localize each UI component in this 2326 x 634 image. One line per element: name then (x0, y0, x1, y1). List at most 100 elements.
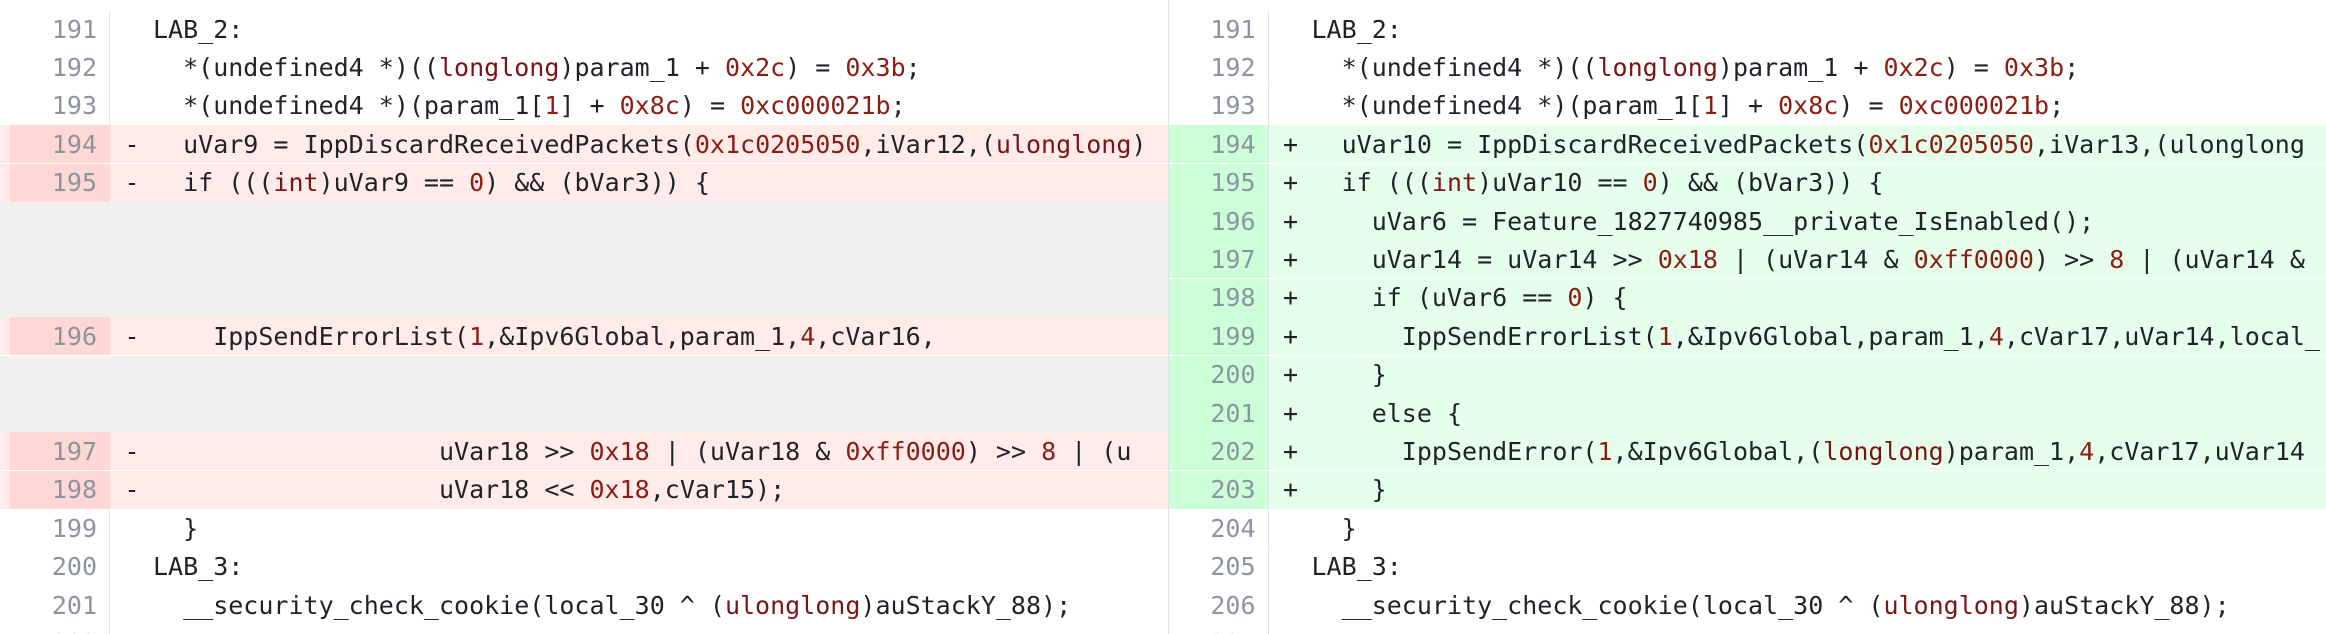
line-number[interactable]: 195 (10, 163, 110, 202)
line-number[interactable]: 201 (10, 586, 110, 624)
line-number[interactable]: 196 (1168, 202, 1269, 240)
diff-line[interactable]: 201 + else { (1168, 394, 2326, 432)
line-number[interactable]: 191 (10, 10, 110, 48)
line-number[interactable]: 206 (1169, 586, 1269, 624)
diff-line[interactable]: 191 LAB_2: (0, 10, 1168, 48)
code-text: uVar18 >> 0x18 | (uVar18 & 0xff0000) >> … (153, 436, 1132, 466)
diff-marker (118, 586, 146, 624)
line-number[interactable]: 195 (1168, 163, 1269, 202)
line-number[interactable]: 199 (1168, 317, 1269, 356)
line-number[interactable]: 198 (1168, 278, 1269, 317)
line-number[interactable]: 193 (1169, 86, 1269, 125)
diff-line[interactable]: 207 return; (1169, 624, 2326, 634)
line-number[interactable]: 201 (1168, 394, 1269, 432)
diff-marker (1277, 87, 1305, 125)
line-number[interactable]: 193 (10, 86, 110, 125)
line-number[interactable]: 202 (10, 624, 110, 634)
diff-line[interactable]: 191 LAB_2: (1169, 10, 2326, 48)
diff-marker: + (1282, 321, 1299, 351)
diff-line[interactable]: 206 __security_check_cookie(local_30 ^ (… (1169, 586, 2326, 624)
diff-line[interactable]: 194 + uVar10 = IppDiscardReceivedPackets(… (1168, 125, 2326, 164)
line-number[interactable]: 204 (1169, 509, 1269, 548)
code-text: return; (1312, 624, 1447, 634)
line-number[interactable]: 194 (10, 125, 110, 164)
code-text: uVar9 = IppDiscardReceivedPackets(0x1c02… (153, 129, 1147, 159)
diff-marker (118, 10, 146, 48)
line-number[interactable]: 203 (1168, 470, 1269, 509)
line-number[interactable]: 200 (10, 547, 110, 586)
diff-line[interactable]: 197- uVar18 >> 0x18 | (uVar18 & 0xff0000… (0, 432, 1168, 471)
code-text: LAB_2: (153, 14, 244, 44)
diff-marker (118, 48, 146, 86)
diff-marker (1277, 48, 1305, 86)
diff-marker: + (1282, 206, 1299, 236)
line-number[interactable]: 198 (10, 470, 110, 509)
diff-marker: + (1282, 398, 1299, 428)
diff-line[interactable]: 198- uVar18 << 0x18 ,cVar15); (0, 470, 1168, 509)
diff-line[interactable]: 194- uVar9 = IppDiscardReceivedPackets(0… (0, 125, 1168, 164)
line-number[interactable]: 207 (1169, 624, 1269, 634)
diff-line[interactable]: 201 __security_check_cookie(local_30 ^ (… (0, 586, 1168, 624)
code-text: __security_check_cookie(local_30 ^ (ulon… (153, 590, 1072, 620)
code-text: LAB_3: (1311, 552, 1402, 582)
code-text: if (((int)uVar9 == 0) && (bVar3)) { (153, 168, 710, 198)
line-number[interactable]: 202 (1168, 432, 1269, 471)
diff-marker (1277, 624, 1305, 634)
code-text: } (1311, 475, 1387, 505)
code-text: __security_check_cookie(local_30 ^ (ulon… (1311, 590, 2230, 620)
diff-line[interactable]: 193 *(undefined4 *)(param_1[1] + 0x8c) =… (1169, 86, 2326, 125)
diff-marker: + (1282, 436, 1299, 466)
diff-line[interactable]: 205 LAB_3: (1169, 547, 2326, 586)
code-text: } (1311, 360, 1387, 390)
diff-marker: - (124, 168, 140, 198)
diff-marker (1277, 10, 1305, 48)
diff-line[interactable]: 195 + if (((int)uVar10 == 0) && (bVar3)) … (1168, 163, 2326, 202)
line-number[interactable]: 192 (10, 48, 110, 87)
diff-line[interactable]: 200 + } (1168, 355, 2326, 394)
code-text: if (uVar6 == 0) { (1311, 283, 1628, 313)
code-text: uVar10 = IppDiscardReceivedPackets(0x1c0… (1311, 129, 2305, 159)
diff-line[interactable]: 195- if (((int)uVar9 == 0) && (bVar3)) { (0, 163, 1168, 202)
line-number[interactable]: 194 (1168, 125, 1269, 164)
diff-line[interactable]: 199 + IppSendErrorList(1 ,&Ipv6Global,para… (1168, 317, 2326, 356)
diff-line[interactable]: 197 + uVar14 = uVar14 >> 0x18 | (uVar14 &… (1168, 240, 2326, 279)
diff-line[interactable]: 198 + if (uVar6 == 0) { (1168, 278, 2326, 317)
line-number[interactable]: 192 (1169, 48, 1269, 87)
line-number[interactable]: 199 (10, 509, 110, 548)
line-number[interactable]: 191 (1169, 10, 1269, 48)
diff-marker (1277, 509, 1305, 547)
diff-marker: - (124, 436, 140, 466)
code-text: else { (1311, 398, 1463, 428)
diff-line[interactable]: 202 return; (0, 624, 1168, 634)
line-number[interactable]: 197 (10, 432, 110, 471)
diff-filler-gap (0, 202, 1168, 318)
code-text: *(undefined4 *)((longlong)param_1 + 0x2c… (1311, 52, 2080, 82)
code-text: IppSendErrorList(1 ,&Ipv6Global,param_1, 4… (1311, 321, 2320, 351)
diff-line[interactable]: 200 LAB_3: (0, 547, 1168, 586)
diff-line[interactable]: 203 + } (1168, 470, 2326, 509)
diff-line[interactable]: 192 *(undefined4 *)((longlong)param_1 + … (0, 48, 1168, 87)
diff-marker (1277, 548, 1305, 586)
diff-line[interactable]: 192 *(undefined4 *)((longlong)param_1 + … (1169, 48, 2326, 87)
code-text: if (((int)uVar10 == 0) && (bVar3)) { (1311, 168, 1884, 198)
line-number[interactable]: 205 (1169, 547, 1269, 586)
code-text: LAB_2: (1311, 14, 1402, 44)
line-number[interactable]: 196 (10, 317, 110, 356)
diff-line[interactable]: 196- IppSendErrorList(1 ,&Ipv6Global,para… (0, 317, 1168, 356)
code-text: *(undefined4 *)((longlong)param_1 + 0x2c… (153, 52, 921, 82)
diff-marker: - (124, 129, 140, 159)
code-text: uVar18 << 0x18 ,cVar15); (153, 475, 786, 505)
code-text: *(undefined4 *)(param_1[1] + 0x8c) = 0xc… (1311, 91, 2065, 121)
line-number[interactable]: 200 (1168, 355, 1269, 394)
diff-line[interactable]: 199 } (0, 509, 1168, 548)
diff-line[interactable]: 202 + IppSendError(1 ,&Ipv6Global,(longlon… (1168, 432, 2326, 471)
diff-marker (118, 624, 146, 634)
line-number[interactable]: 197 (1168, 240, 1269, 279)
diff-marker: + (1282, 244, 1299, 274)
diff-marker (118, 548, 146, 586)
diff-line[interactable]: 204 } (1169, 509, 2326, 548)
diff-line[interactable]: 196 + uVar6 = Feature_1827740985__private… (1168, 202, 2326, 240)
diff-line[interactable]: 193 *(undefined4 *)(param_1[1] + 0x8c) =… (0, 86, 1168, 125)
diff-marker: + (1282, 360, 1299, 390)
diff-pane-new: 191 LAB_2: 192 *(undefined4 *)((longlong)p… (1167, 0, 2326, 634)
